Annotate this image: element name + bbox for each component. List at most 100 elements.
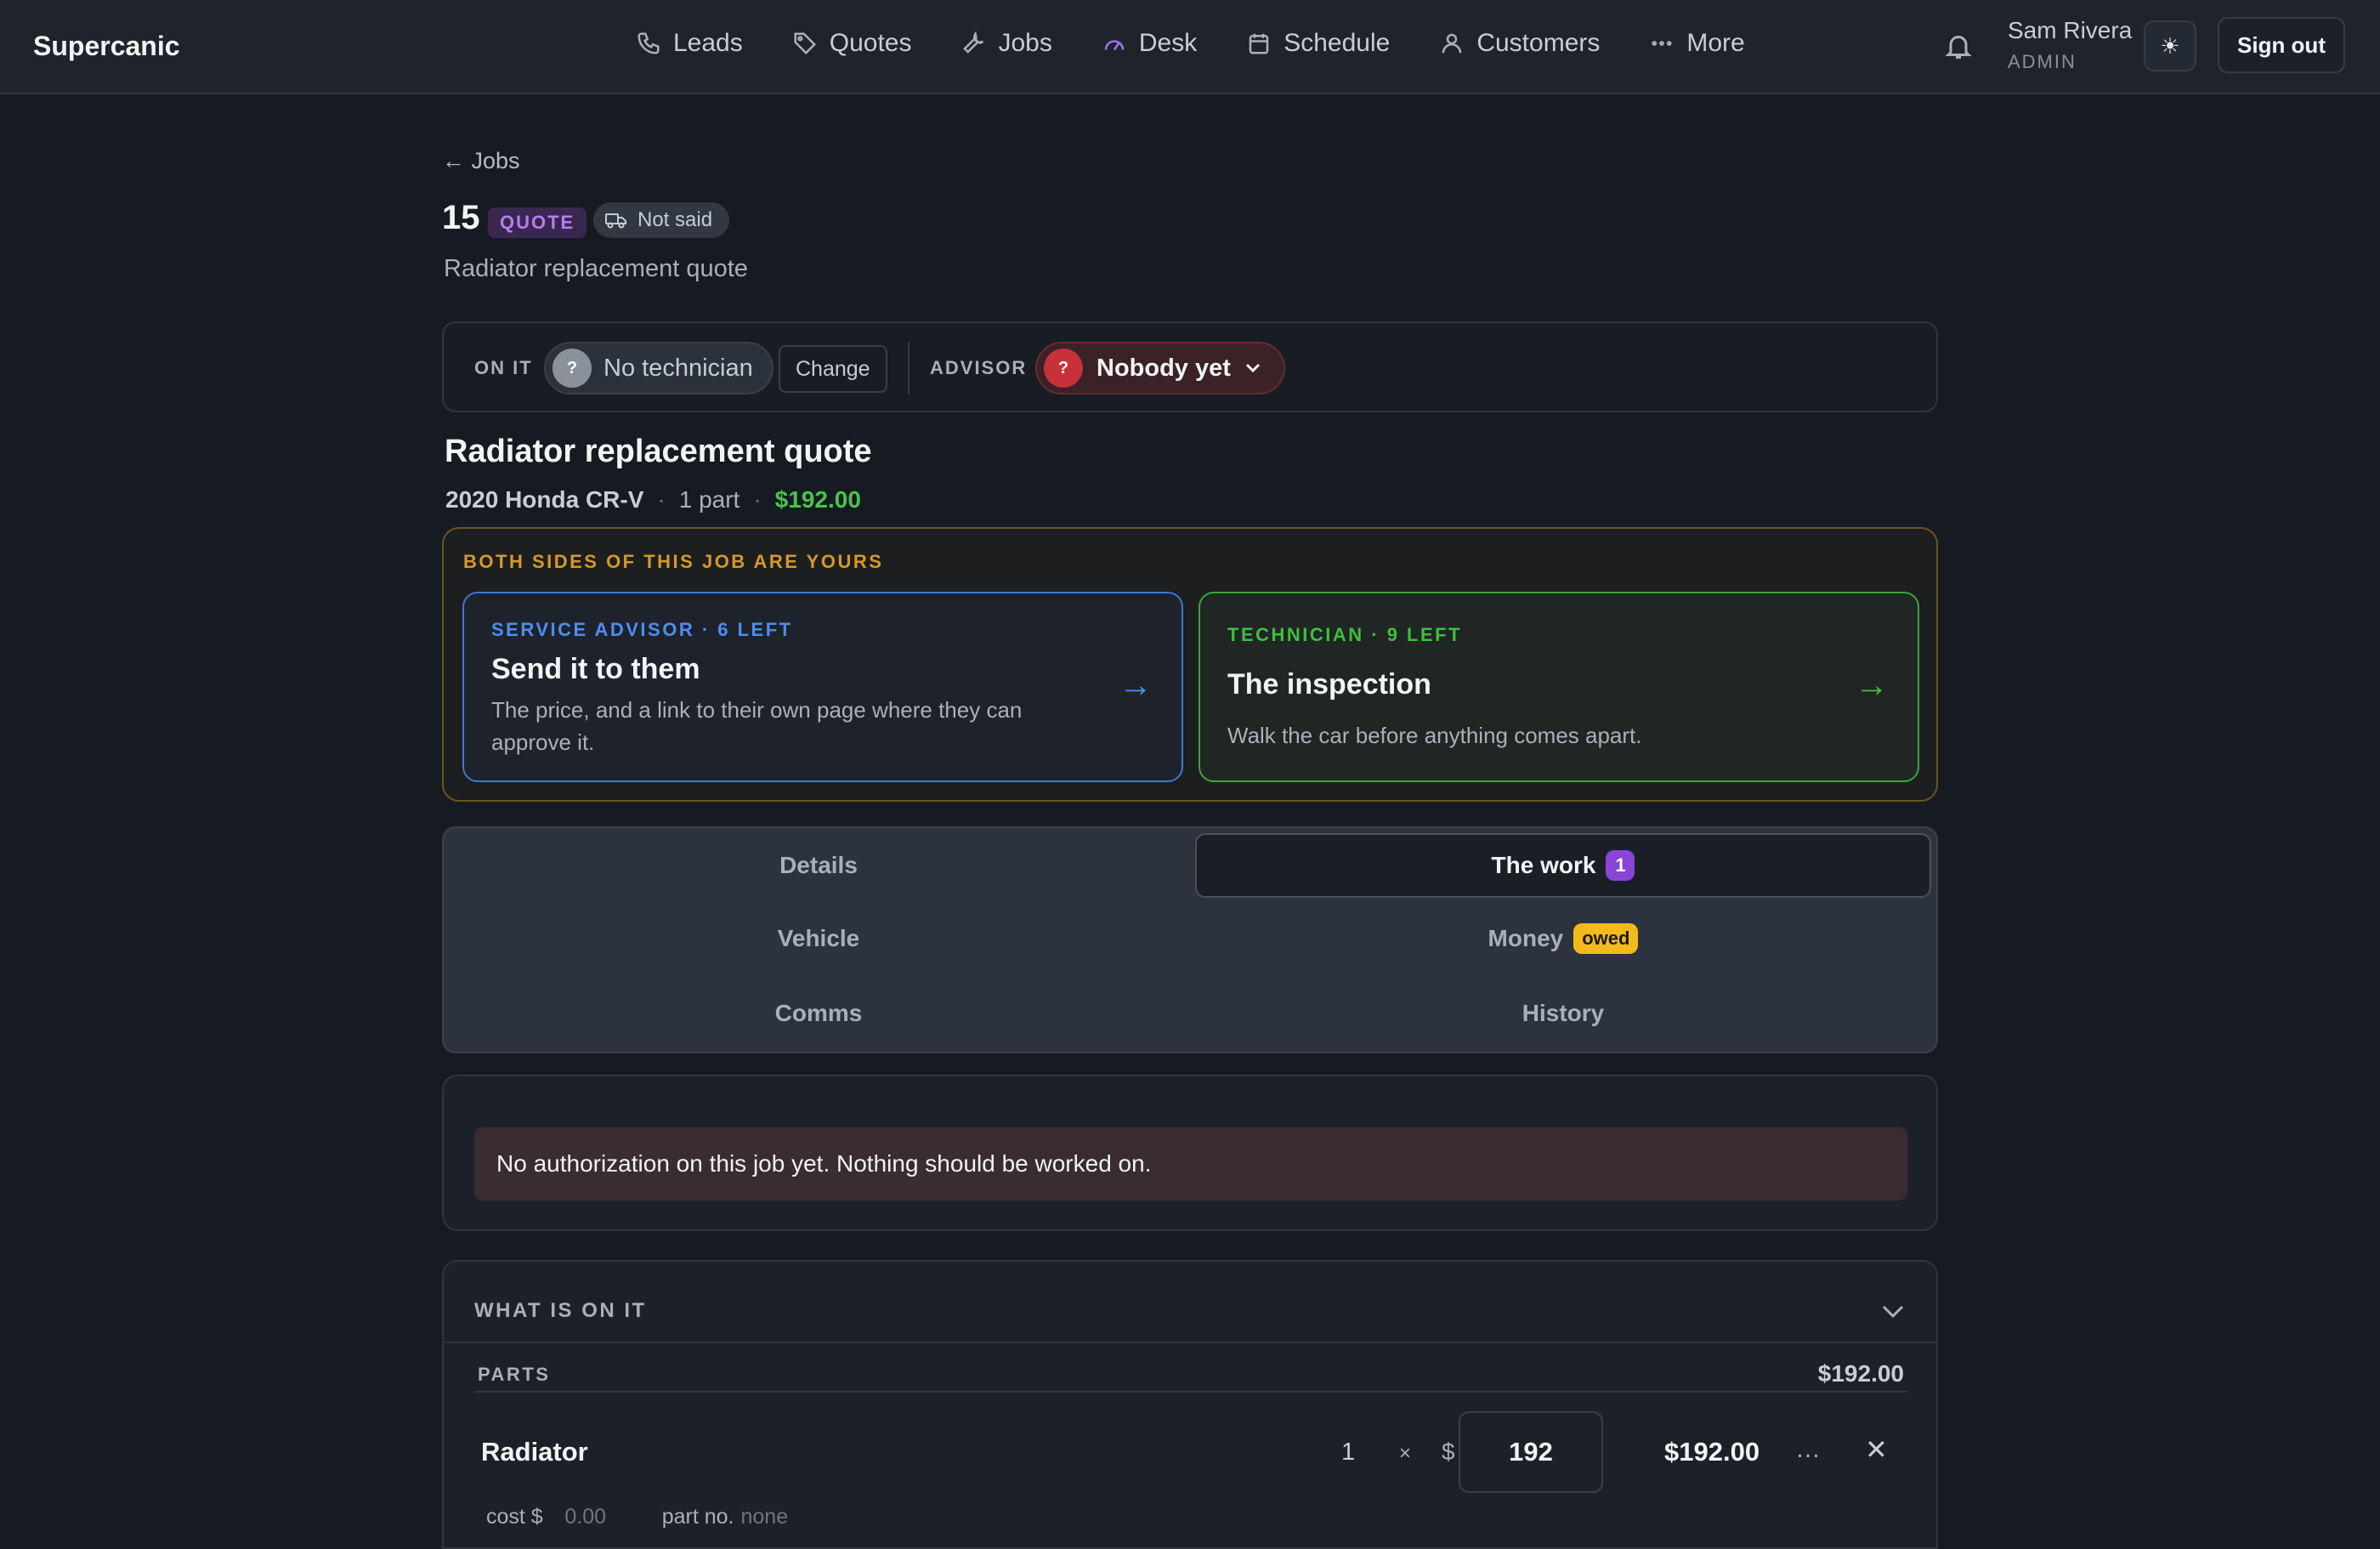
nav-item-label: Schedule (1284, 29, 1391, 57)
theme-toggle-button[interactable]: ☀ (2144, 20, 2196, 71)
nav-item-more[interactable]: More (1649, 29, 1745, 58)
nav-item-label: More (1686, 29, 1745, 57)
line-items-panel: WHAT IS ON IT PARTS $192.00 Radiator 1 ×… (442, 1260, 1938, 1549)
app-logo[interactable]: Supercanic (33, 31, 180, 62)
tab-label: Details (779, 852, 858, 878)
divider (444, 1342, 1936, 1343)
nav-item-label: Desk (1138, 29, 1198, 57)
advisor-label: ADVISOR (930, 357, 1028, 378)
user-name: Sam Rivera (2008, 17, 2133, 43)
parts-label: PARTS (478, 1364, 551, 1385)
part-quantity[interactable]: 1 (1341, 1438, 1355, 1467)
advisor-avatar: ? (1044, 349, 1083, 388)
tab-comms[interactable]: Comms (450, 981, 1187, 1046)
tab-the-work[interactable]: The work 1 (1195, 833, 1931, 898)
advisor-dropdown[interactable]: ? Nobody yet (1035, 342, 1285, 394)
job-meta: 2020 Honda CR-V · 1 part · $192.00 (445, 486, 861, 513)
technician-pill[interactable]: ? No technician (544, 342, 774, 394)
vehicle-name: 2020 Honda CR-V (445, 486, 644, 513)
job-tabs: Details The work 1 Vehicle Money owed Co… (442, 826, 1938, 1053)
technician-card[interactable]: TECHNICIAN · 9 LEFT The inspection Walk … (1198, 592, 1919, 782)
nav-item-label: Leads (673, 29, 743, 57)
tab-history[interactable]: History (1195, 981, 1931, 1046)
tab-vehicle[interactable]: Vehicle (450, 906, 1187, 971)
line-items-heading[interactable]: WHAT IS ON IT (474, 1299, 647, 1323)
main-nav: Leads Quotes Jobs Desk Schedule Customer… (636, 29, 1794, 58)
assignment-bar: ON IT ? No technician Change ADVISOR ? N… (442, 321, 1938, 412)
more-dots-icon (1652, 41, 1673, 46)
owed-badge: owed (1573, 923, 1639, 954)
nav-item-label: Jobs (998, 29, 1052, 57)
nav-item-label: Quotes (829, 29, 912, 57)
tab-details[interactable]: Details (450, 833, 1187, 898)
truck-icon (605, 213, 626, 229)
technician-name: No technician (604, 354, 753, 382)
on-it-label: ON IT (474, 357, 533, 378)
card-title: Send it to them (491, 653, 700, 685)
back-to-jobs-link[interactable]: ← Jobs (442, 148, 520, 174)
roles-label: BOTH SIDES OF THIS JOB ARE YOURS (463, 551, 884, 572)
part-count: 1 part (678, 486, 740, 513)
part-number-input[interactable] (740, 1505, 843, 1529)
page-title: Radiator replacement quote (445, 434, 872, 469)
chevron-down-icon (1245, 363, 1260, 373)
tab-label: The work (1491, 852, 1596, 878)
calendar-icon (1249, 33, 1269, 54)
job-number: 15 (442, 199, 480, 236)
change-technician-button[interactable]: Change (779, 345, 887, 393)
remove-part-icon[interactable]: ✕ (1865, 1433, 1888, 1466)
cost-input[interactable] (542, 1505, 628, 1529)
gauge-icon (1104, 40, 1125, 51)
divider (908, 342, 910, 394)
nav-item-label: Customers (1476, 29, 1601, 57)
nav-item-schedule[interactable]: Schedule (1246, 29, 1390, 58)
authorization-warning: No authorization on this job yet. Nothin… (474, 1127, 1907, 1200)
card-title: The inspection (1227, 668, 1431, 701)
separator: · (753, 486, 762, 513)
sun-icon: ☀ (2160, 32, 2180, 59)
wrench-icon (963, 31, 984, 54)
part-number-label: part no. (661, 1505, 734, 1529)
delivery-badge[interactable]: Not said (593, 202, 730, 238)
user-menu[interactable]: Sam Rivera ADMIN (2008, 17, 2132, 73)
card-description: Walk the car before anything comes apart… (1227, 723, 1642, 748)
job-subtitle: Radiator replacement quote (444, 255, 748, 282)
job-total: $192.00 (774, 486, 861, 513)
tab-label: Vehicle (777, 925, 860, 951)
advisor-name: Nobody yet (1096, 354, 1231, 382)
arrow-right-icon: → (1855, 667, 1889, 704)
user-role: ADMIN (2008, 51, 2077, 72)
chevron-down-icon[interactable] (1880, 1299, 1906, 1319)
more-options-icon[interactable]: … (1795, 1435, 1821, 1464)
nav-item-quotes[interactable]: Quotes (792, 29, 912, 58)
authorization-panel: No authorization on this job yet. Nothin… (442, 1075, 1938, 1231)
tab-label: Comms (774, 1000, 863, 1026)
status-badge: QUOTE (488, 207, 587, 238)
card-kicker: SERVICE ADVISOR · 6 LEFT (491, 619, 793, 640)
part-name[interactable]: Radiator (481, 1437, 588, 1467)
tab-money[interactable]: Money owed (1195, 906, 1931, 971)
arrow-right-icon: → (1119, 667, 1153, 704)
nav-item-leads[interactable]: Leads (636, 29, 743, 58)
top-nav-bar: Supercanic Leads Quotes Jobs Desk Schedu… (0, 0, 2380, 94)
roles-panel: BOTH SIDES OF THIS JOB ARE YOURS SERVICE… (442, 527, 1938, 802)
card-kicker: TECHNICIAN · 9 LEFT (1227, 624, 1463, 645)
service-advisor-card[interactable]: SERVICE ADVISOR · 6 LEFT Send it to them… (462, 592, 1183, 782)
nav-item-customers[interactable]: Customers (1439, 29, 1600, 58)
tab-label: History (1522, 1000, 1605, 1026)
delivery-badge-label: Not said (638, 208, 713, 231)
times-sign: × (1399, 1442, 1412, 1465)
divider (474, 1391, 1907, 1393)
technician-avatar: ? (552, 349, 592, 388)
nav-item-jobs[interactable]: Jobs (960, 29, 1052, 58)
part-details: cost $ part no. (486, 1505, 843, 1529)
tab-label: Money (1488, 925, 1564, 951)
nav-item-desk[interactable]: Desk (1102, 29, 1197, 58)
sign-out-button[interactable]: Sign out (2218, 17, 2345, 73)
card-description: The price, and a link to their own page … (491, 697, 1023, 755)
notifications-bell-icon[interactable] (1943, 29, 1974, 63)
currency-sign: $ (1442, 1438, 1455, 1465)
unit-price-input[interactable] (1459, 1411, 1603, 1493)
tag-icon (794, 32, 816, 55)
count-badge: 1 (1606, 850, 1635, 881)
